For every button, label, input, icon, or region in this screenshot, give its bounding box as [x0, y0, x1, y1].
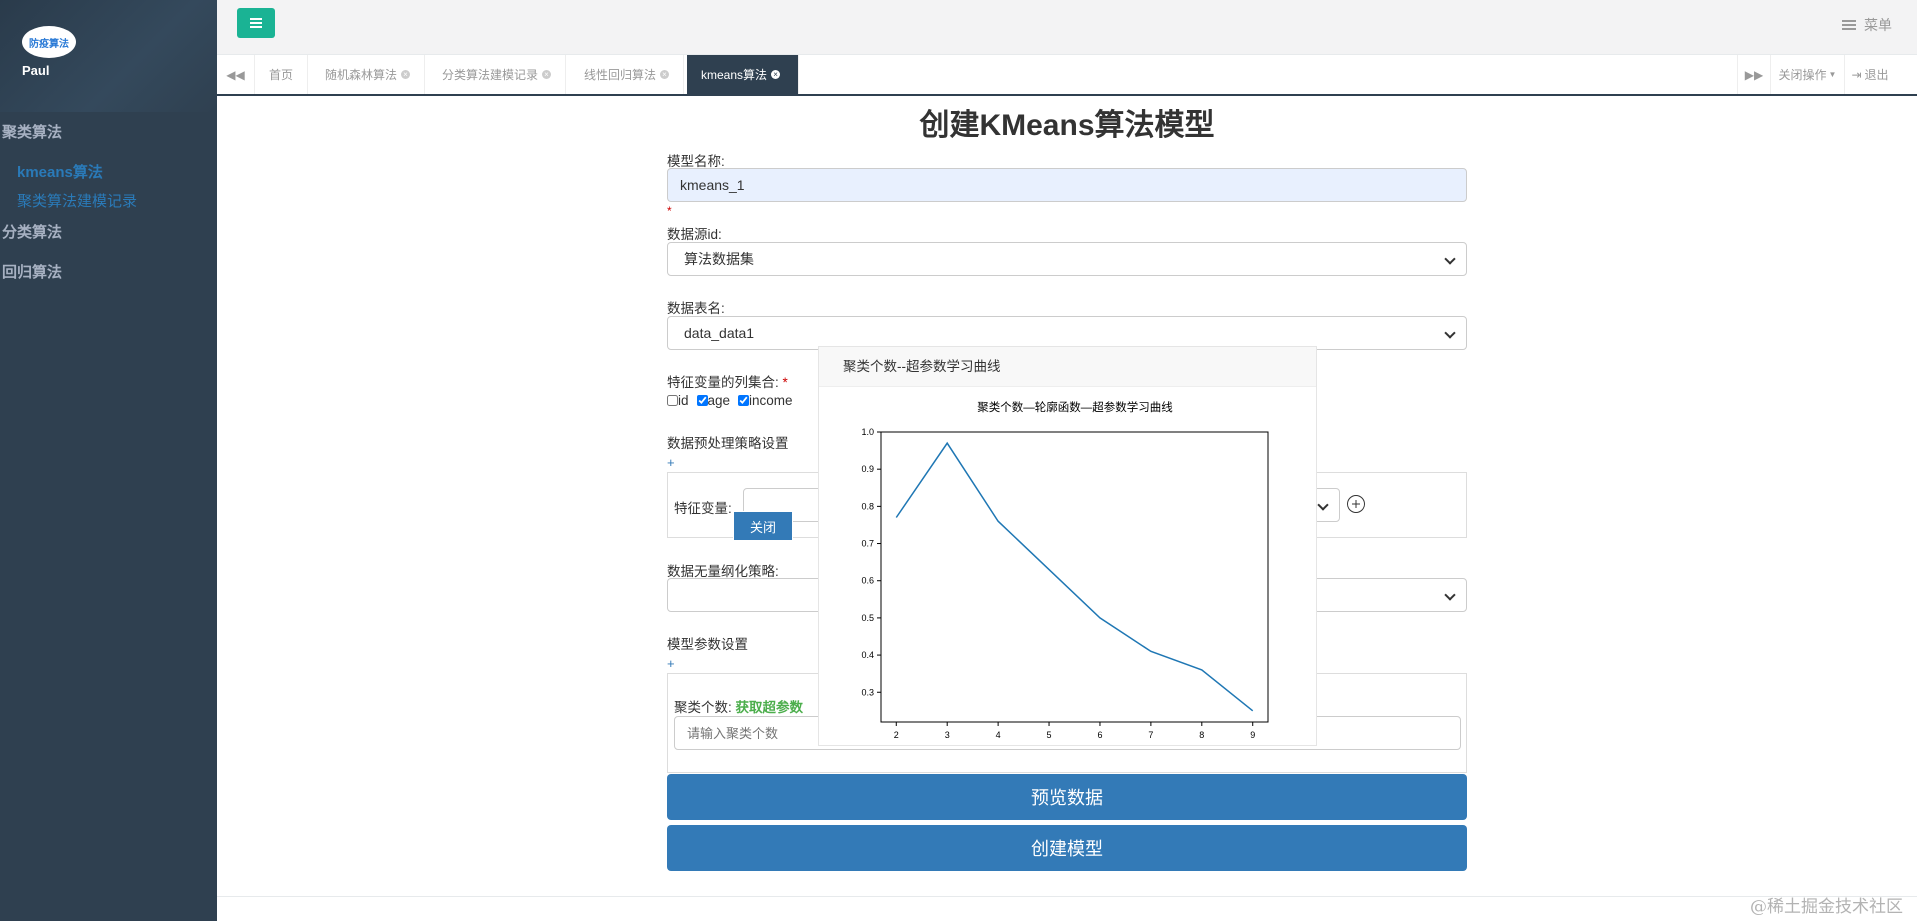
feature-var-label: 特征变量: — [674, 501, 732, 516]
sidebar-group-clustering[interactable]: 聚类算法 — [2, 121, 62, 142]
sidebar-item-cluster-records[interactable]: 聚类算法建模记录 — [17, 190, 137, 211]
double-chevron-right-icon: ▶▶ — [1744, 67, 1764, 82]
page-title: 创建KMeans算法模型 — [919, 109, 1215, 142]
add-param-button[interactable]: + — [667, 656, 675, 671]
y-tick-label: 0.6 — [861, 576, 874, 586]
create-model-button[interactable]: 创建模型 — [667, 825, 1467, 871]
tab-kmeans[interactable]: kmeans算法 × — [687, 55, 799, 94]
logo-text: 防疫算法 — [29, 38, 69, 50]
top-bar: 菜单 — [217, 0, 1917, 55]
feature-checkbox-income[interactable] — [738, 395, 750, 406]
sidebar-group-regression[interactable]: 回归算法 — [2, 261, 62, 282]
top-menu[interactable]: 菜单 — [1842, 15, 1892, 35]
y-tick-label: 0.5 — [861, 613, 874, 623]
logo: 防疫算法 — [22, 26, 76, 58]
close-operations-dropdown[interactable]: 关闭操作 ▼ — [1771, 55, 1845, 94]
tab-home[interactable]: 首页 — [255, 55, 309, 94]
learning-curve-dialog: 聚类个数--超参数学习曲线 聚类个数—轮廓函数—超参数学习曲线 2 3 4 5 6 7 8 9… — [818, 346, 1317, 746]
y-tick-label: 0.8 — [861, 501, 874, 511]
x-tick-label: 4 — [996, 730, 1001, 740]
table-name-label: 数据表名: — [667, 301, 725, 316]
required-mark: * — [782, 375, 788, 390]
feature-label-income: income — [749, 393, 793, 408]
x-tick-label: 2 — [894, 730, 899, 740]
feature-label-age: age — [707, 393, 731, 408]
get-hyperparams-link[interactable]: 获取超参数 — [736, 700, 804, 715]
dialog-close-button[interactable]: 关闭 — [733, 511, 793, 541]
tab-scroll-right-button[interactable]: ▶▶ — [1737, 55, 1771, 94]
tab-linear-regression[interactable]: 线性回归算法 × — [570, 55, 685, 94]
sidebar-group-classification[interactable]: 分类算法 — [2, 221, 62, 242]
model-name-label: 模型名称: — [667, 154, 725, 169]
x-tick-label: 8 — [1199, 730, 1204, 740]
logout-label: 退出 — [1864, 68, 1889, 82]
features-label-text: 特征变量的列集合: — [667, 375, 779, 390]
data-source-select[interactable]: 算法数据集 — [667, 242, 1467, 276]
logout-icon: ⇥ — [1851, 67, 1862, 82]
features-checkbox-group: id age income — [667, 393, 793, 408]
preview-data-button[interactable]: 预览数据 — [667, 774, 1467, 820]
username[interactable]: Paul — [22, 63, 49, 78]
tab-label: 分类算法建模记录 — [442, 68, 539, 82]
k-label-row: 聚类个数: 获取超参数 — [674, 696, 803, 716]
table-name-select[interactable]: data_data1 — [667, 316, 1467, 350]
required-mark: * — [667, 204, 672, 218]
dialog-title[interactable]: 聚类个数--超参数学习曲线 — [819, 347, 1316, 387]
list-icon — [1842, 20, 1856, 30]
tab-label: 首页 — [269, 68, 294, 82]
add-preprocess-button[interactable]: + — [667, 455, 675, 470]
tab-scroll-left-button[interactable]: ◀◀ — [217, 55, 255, 94]
tab-random-forest[interactable]: 随机森林算法 × — [311, 55, 426, 94]
watermark: @稀土掘金技术社区 — [1750, 897, 1903, 917]
tab-label: 线性回归算法 — [584, 68, 657, 82]
logout-button[interactable]: ⇥ 退出 — [1845, 55, 1895, 94]
feature-checkbox-id[interactable] — [667, 395, 678, 406]
add-circle-icon[interactable] — [1346, 494, 1366, 514]
chart-marks: 2 3 4 5 6 7 8 9 0.3 0.4 0.5 0.6 0.7 0.8 0.9 1.0 — [861, 427, 1255, 740]
x-tick-label: 9 — [1250, 730, 1255, 740]
profile-area: 防疫算法 Paul — [0, 0, 217, 112]
tab-label: 随机森林算法 — [325, 68, 398, 82]
close-tab-icon[interactable]: × — [542, 70, 552, 79]
menu-toggle-button[interactable] — [237, 8, 275, 38]
feature-checkbox-age[interactable] — [696, 395, 708, 406]
x-tick-label: 7 — [1148, 730, 1153, 740]
x-tick-label: 5 — [1047, 730, 1052, 740]
k-label: 聚类个数: — [674, 700, 732, 715]
learning-curve-chart: 聚类个数—轮廓函数—超参数学习曲线 2 3 4 5 6 7 8 9 0.3 0.4 0.5 0.6 0.… — [861, 400, 1269, 740]
x-tick-label: 3 — [945, 730, 950, 740]
model-name-input[interactable]: kmeans_1 — [667, 168, 1467, 202]
features-label: 特征变量的列集合: * — [667, 371, 788, 391]
y-tick-label: 0.3 — [861, 687, 874, 697]
y-tick-label: 0.4 — [861, 650, 874, 660]
sidebar-item-kmeans[interactable]: kmeans算法 — [17, 161, 103, 182]
data-source-label: 数据源id: — [667, 227, 722, 242]
y-tick-label: 0.9 — [861, 464, 874, 474]
chart-title: 聚类个数—轮廓函数—超参数学习曲线 — [977, 400, 1173, 414]
y-tick-label: 1.0 — [861, 427, 874, 437]
hamburger-icon — [250, 22, 262, 24]
top-menu-label: 菜单 — [1864, 17, 1892, 33]
x-tick-label: 6 — [1097, 730, 1102, 740]
double-chevron-left-icon: ◀◀ — [226, 67, 245, 82]
scaling-label: 数据无量纲化策略: — [667, 564, 779, 579]
series-line — [895, 441, 1254, 712]
tab-bar: ◀◀ 首页 随机森林算法 × 分类算法建模记录 × 线性回归算法 × kmeans算法… — [217, 55, 1917, 96]
footer-divider — [217, 896, 1917, 897]
y-tick-label: 0.7 — [861, 539, 874, 549]
tab-label: kmeans算法 — [701, 68, 768, 82]
close-operations-label: 关闭操作 — [1778, 68, 1827, 82]
feature-label-id: id — [678, 393, 689, 408]
caret-down-icon: ▼ — [1828, 70, 1837, 79]
params-label: 模型参数设置 — [667, 637, 748, 652]
close-tab-icon[interactable]: × — [401, 70, 411, 79]
sidebar: 防疫算法 Paul 聚类算法 kmeans算法 聚类算法建模记录 分类算法 回归… — [0, 0, 217, 921]
close-tab-icon[interactable]: × — [771, 70, 781, 79]
preprocess-label: 数据预处理策略设置 — [667, 436, 789, 451]
plot-area — [880, 431, 1269, 723]
close-tab-icon[interactable]: × — [660, 70, 670, 79]
tab-classification-records[interactable]: 分类算法建模记录 × — [428, 55, 567, 94]
